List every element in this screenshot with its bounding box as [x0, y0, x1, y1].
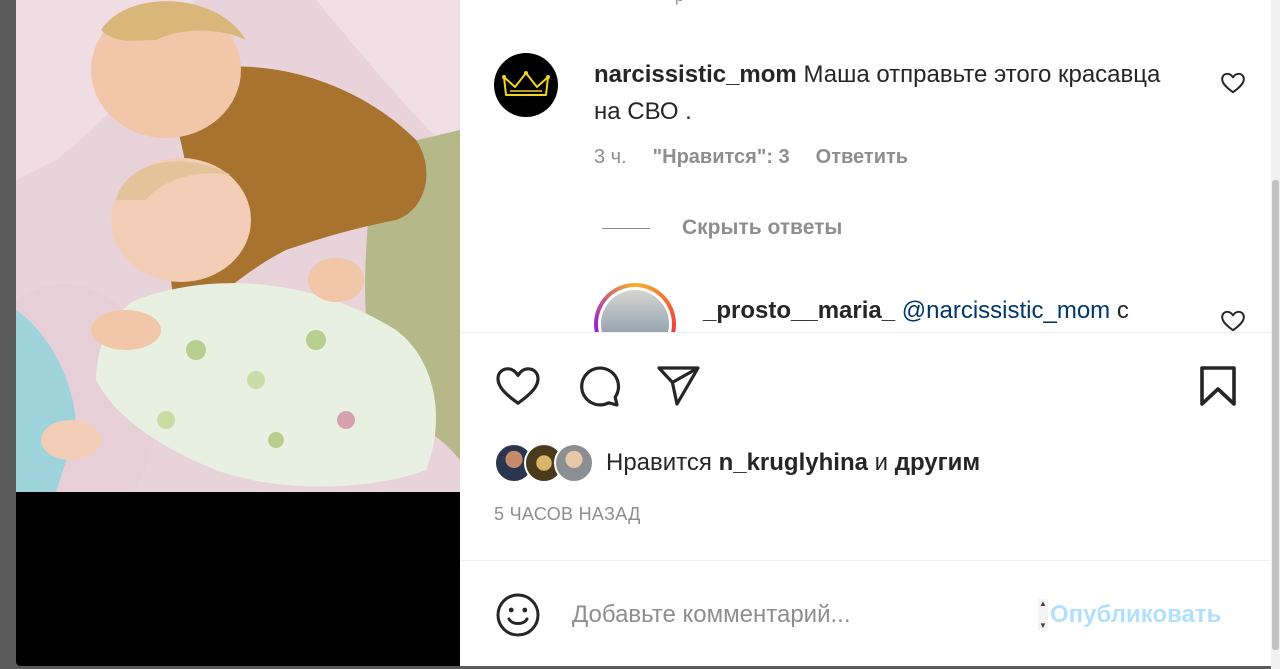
reply-mention[interactable]: @narcissistic_mom: [902, 297, 1110, 324]
liker-avatar-3[interactable]: [554, 443, 594, 483]
reply-text: с: [1116, 297, 1129, 324]
heart-icon: [1221, 310, 1245, 332]
likes-user[interactable]: n_kruglyhina: [719, 449, 868, 476]
chevron-up-icon: ▲: [1039, 599, 1047, 608]
heart-icon: [496, 367, 540, 405]
comment-meta: 3 ч. "Нравится": 3 Ответить: [594, 146, 908, 169]
reply-button[interactable]: Ответить: [816, 146, 908, 169]
scrollbar-thumb[interactable]: [1272, 180, 1279, 650]
comment-likes[interactable]: "Нравится": 3: [653, 146, 790, 169]
likes-text: Нравится n_kruglyhina и другим: [606, 449, 980, 477]
comment-body: narcissistic_mom Маша отправьте этого кр…: [594, 56, 1164, 130]
reply-like-button[interactable]: [1220, 308, 1246, 332]
cut-off-text: р: [675, 0, 684, 6]
likes-and: и: [874, 449, 889, 476]
send-icon: [657, 366, 700, 406]
heart-icon: [1221, 72, 1245, 94]
comment-like-button[interactable]: [1220, 70, 1246, 101]
likes-others[interactable]: другим: [895, 449, 980, 476]
reply-username[interactable]: _prosto__maria_: [703, 297, 895, 324]
share-button[interactable]: [654, 362, 702, 415]
likes-summary: Нравится n_kruglyhina и другим: [494, 443, 980, 483]
comment-time[interactable]: 3 ч.: [594, 146, 627, 169]
emoji-button[interactable]: [494, 591, 542, 644]
comment-input[interactable]: [572, 595, 1032, 635]
reply-avatar[interactable]: [594, 283, 676, 332]
crown-icon: [502, 71, 550, 96]
page-scrollbar[interactable]: [1271, 0, 1280, 669]
resize-stepper[interactable]: ▲ ▼: [1038, 599, 1048, 631]
reply-body: _prosto__maria_ @narcissistic_mom с: [703, 292, 1129, 329]
comment-form: ▲ ▼ Опубликовать: [460, 560, 1271, 666]
likes-prefix: Нравится: [606, 449, 712, 476]
comment-icon: [580, 366, 621, 407]
hide-replies-line: [602, 227, 650, 229]
comment-button[interactable]: [574, 362, 622, 415]
hide-replies-label: Скрыть ответы: [682, 216, 843, 239]
post-media: [16, 0, 460, 666]
chevron-down-icon: ▼: [1039, 621, 1047, 630]
post-modal: р narcissistic_mom Маша отправьте этого …: [16, 0, 1271, 666]
post-actions: [494, 362, 1239, 412]
comments-list[interactable]: р narcissistic_mom Маша отправьте этого …: [460, 0, 1271, 333]
post-side-panel: р narcissistic_mom Маша отправьте этого …: [460, 0, 1271, 666]
post-time[interactable]: 5 ЧАСОВ НАЗАД: [494, 504, 641, 525]
publish-button[interactable]: Опубликовать: [1050, 601, 1221, 629]
bookmark-icon: [1200, 366, 1236, 406]
comment-avatar[interactable]: [494, 53, 558, 117]
like-button[interactable]: [494, 362, 542, 415]
save-button[interactable]: [1194, 362, 1242, 415]
smiley-icon: [496, 593, 540, 637]
post-photo[interactable]: [16, 0, 460, 492]
comment-username[interactable]: narcissistic_mom: [594, 61, 797, 88]
hide-replies-button[interactable]: Скрыть ответы: [602, 216, 842, 240]
